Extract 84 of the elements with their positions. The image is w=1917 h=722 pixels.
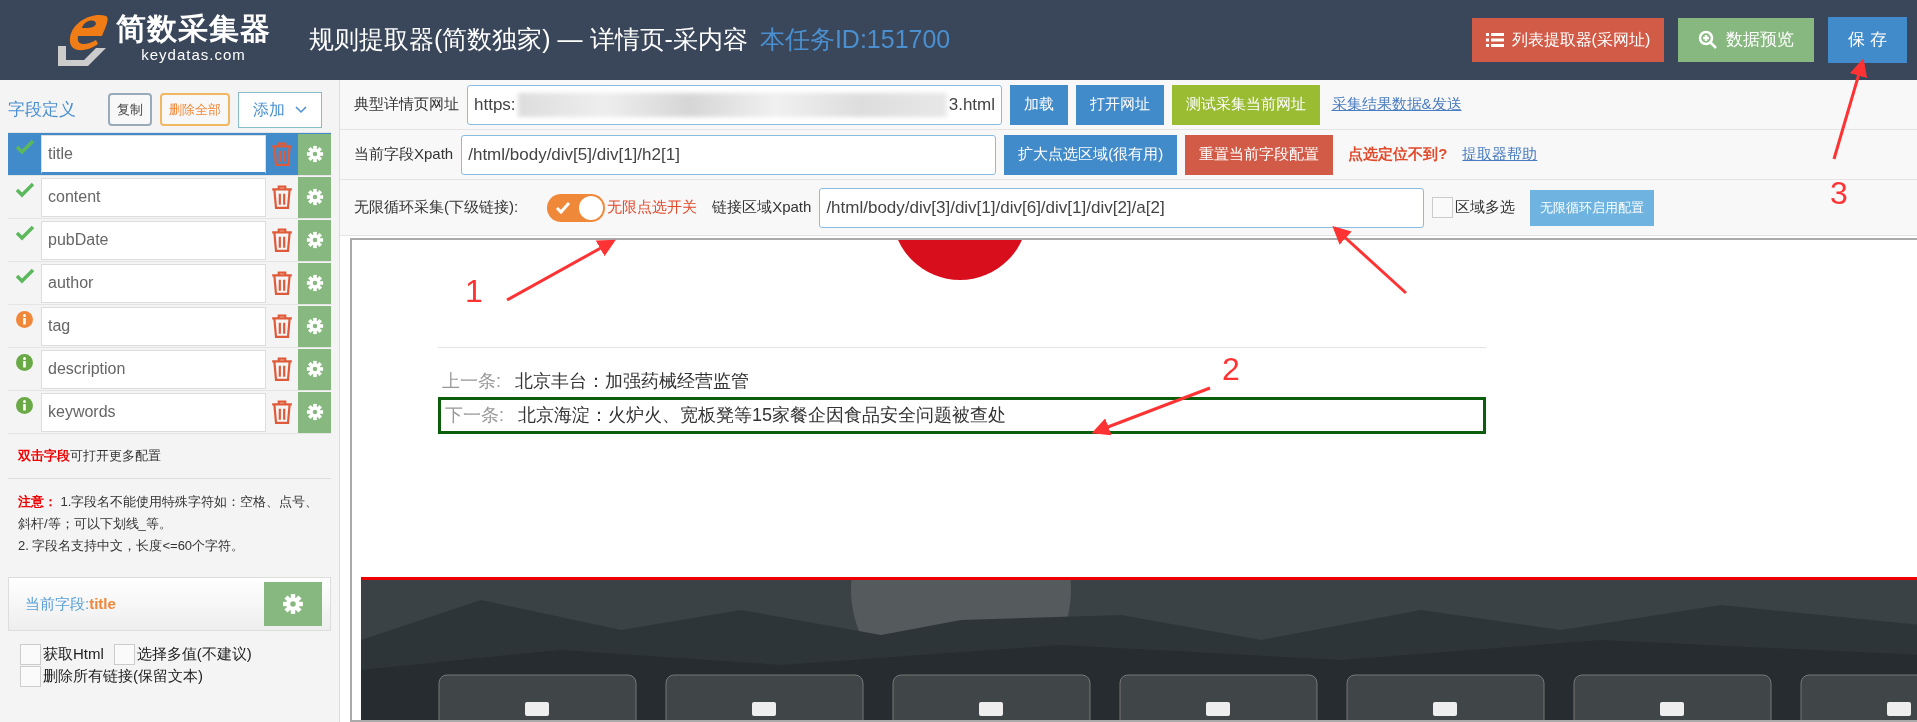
xpath-input[interactable]: /html/body/div[3]/div[1]/div[6]/div[1]/div[2]/a[2] bbox=[819, 187, 1425, 228]
list-icon bbox=[1485, 32, 1504, 48]
trash-icon[interactable] bbox=[269, 271, 295, 295]
annotation-number: 1 bbox=[465, 273, 483, 309]
trash-icon[interactable] bbox=[269, 185, 295, 209]
note-text: 2. 字段名支持中文，长度<=60个字符。 bbox=[18, 536, 246, 555]
logo-text: 简数采集器 bbox=[116, 13, 271, 44]
xpath-input[interactable]: /html/body/div[5]/div[1]/h2[1] bbox=[461, 134, 997, 175]
nav-label: 上一条: bbox=[442, 370, 501, 393]
field-row[interactable]: author bbox=[8, 262, 331, 305]
trash-icon[interactable] bbox=[269, 400, 295, 424]
field-input[interactable]: pubDate bbox=[41, 220, 266, 260]
field-input[interactable]: content bbox=[41, 177, 266, 217]
list-extractor-button[interactable]: 列表提取器(采网址) bbox=[1471, 18, 1665, 62]
checkbox-label: 区域多选 bbox=[1455, 197, 1516, 218]
logo-subtitle: keydatas.com bbox=[140, 44, 247, 65]
nav-label: 下一条: bbox=[445, 404, 504, 427]
settings-button[interactable] bbox=[298, 133, 331, 175]
check-icon bbox=[555, 200, 572, 215]
field-row[interactable]: title bbox=[8, 133, 331, 176]
action-button[interactable]: 打开网址 bbox=[1076, 84, 1164, 125]
zoom-in-icon bbox=[1698, 30, 1719, 50]
section-title: 字段定义 bbox=[8, 98, 77, 121]
settings-button[interactable] bbox=[298, 305, 331, 347]
field-row[interactable]: keywords bbox=[8, 391, 331, 434]
checkbox[interactable] bbox=[20, 643, 41, 665]
checkbox[interactable] bbox=[20, 666, 41, 688]
field-input[interactable]: title bbox=[41, 134, 266, 174]
checkbox[interactable] bbox=[1432, 197, 1454, 218]
copy-button[interactable]: 复制 bbox=[108, 92, 152, 127]
trash-icon[interactable] bbox=[269, 357, 295, 381]
checkbox-label: 获取Html bbox=[43, 643, 104, 664]
annotation-number: 3 bbox=[1830, 175, 1848, 211]
settings-button[interactable] bbox=[298, 348, 331, 390]
settings-icon bbox=[305, 231, 324, 249]
checkbox[interactable] bbox=[113, 643, 135, 665]
add-dropdown[interactable]: 添加 bbox=[238, 91, 323, 128]
annotation-number: 2 bbox=[1222, 351, 1240, 387]
action-button[interactable]: 加载 bbox=[1010, 84, 1068, 125]
hint-text: 双击字段可打开更多配置 bbox=[8, 434, 331, 479]
toggle-label: 无限点选开关 bbox=[607, 197, 698, 218]
field-input[interactable]: keywords bbox=[41, 392, 266, 432]
current-field-label: 当前字段:title bbox=[25, 593, 117, 614]
task-id: 本任务ID:151700 bbox=[759, 24, 951, 56]
checkbox-label: 选择多值(不建议) bbox=[136, 643, 252, 664]
settings-icon bbox=[305, 274, 324, 292]
caret-icon bbox=[295, 106, 308, 115]
field-label: 当前字段Xpath bbox=[354, 144, 454, 165]
field-label: 链接区域Xpath bbox=[712, 197, 812, 218]
checkbox-label: 删除所有链接(保留文本) bbox=[43, 666, 203, 687]
toggle-switch[interactable] bbox=[547, 193, 606, 222]
save-button[interactable]: 保 存 bbox=[1828, 17, 1907, 63]
page-title: 规则提取器(简数独家) — 详情页-采内容 bbox=[309, 24, 748, 56]
settings-button[interactable] bbox=[298, 391, 331, 433]
settings-icon bbox=[305, 403, 324, 421]
settings-button[interactable] bbox=[298, 176, 331, 218]
result-link[interactable]: 采集结果数据&发送 bbox=[1331, 93, 1462, 116]
settings-icon bbox=[305, 145, 324, 163]
help-link[interactable]: 提取器帮助 bbox=[1462, 143, 1538, 166]
action-button[interactable]: 扩大点选区域(很有用) bbox=[1004, 134, 1178, 175]
field-input[interactable]: tag bbox=[41, 306, 266, 346]
article-link[interactable]: 北京海淀：火炉火、宽板凳等15家餐企因食品安全问题被查处 bbox=[518, 402, 1007, 429]
settings-button[interactable] bbox=[298, 219, 331, 261]
settings-button[interactable] bbox=[298, 262, 331, 304]
field-label: 无限循环采集(下级链接): bbox=[354, 197, 519, 218]
field-row[interactable]: content bbox=[8, 176, 331, 219]
field-row[interactable]: pubDate bbox=[8, 219, 331, 262]
field-label: 典型详情页网址 bbox=[354, 94, 459, 115]
warning-text: 点选定位不到? bbox=[1348, 144, 1448, 165]
settings-icon bbox=[282, 592, 304, 615]
settings-button[interactable] bbox=[264, 581, 322, 626]
settings-icon bbox=[305, 188, 324, 206]
action-button[interactable]: 重置当前字段配置 bbox=[1185, 134, 1334, 175]
note-text: 注意： 1.字段名不能使用特殊字符如：空格、点号、斜杆/等；可以下划线_等。 bbox=[18, 492, 320, 533]
field-row[interactable]: tag bbox=[8, 305, 331, 348]
url-input[interactable]: https: 3.html bbox=[467, 84, 1002, 125]
article-link[interactable]: 北京丰台：加强药械经营监管 bbox=[515, 368, 749, 395]
field-input[interactable]: description bbox=[41, 349, 266, 389]
settings-icon bbox=[305, 317, 324, 335]
field-input[interactable]: author bbox=[41, 263, 266, 303]
field-row[interactable]: description bbox=[8, 348, 331, 391]
trash-icon[interactable] bbox=[269, 314, 295, 338]
settings-icon bbox=[305, 360, 324, 378]
trash-icon[interactable] bbox=[269, 228, 295, 252]
